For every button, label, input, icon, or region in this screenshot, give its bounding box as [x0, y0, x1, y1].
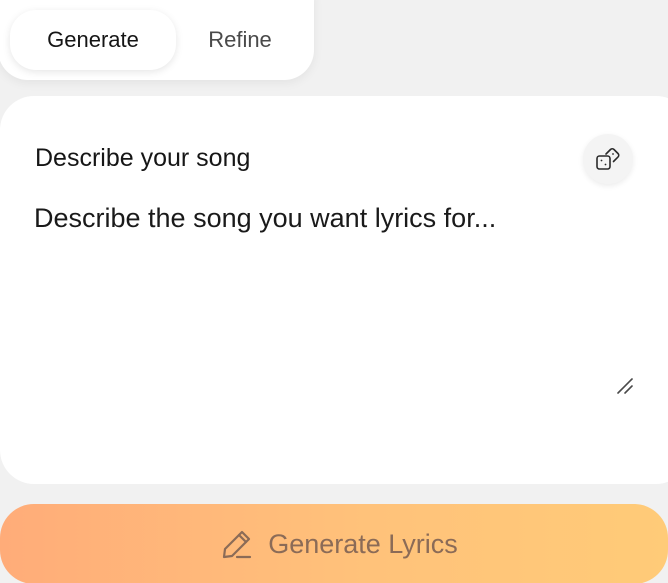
song-description-input[interactable]	[34, 203, 624, 383]
card-title: Describe your song	[35, 144, 251, 172]
random-prompt-button[interactable]	[583, 134, 633, 184]
tab-generate[interactable]: Generate	[10, 10, 176, 70]
generate-button-content: Generate Lyrics	[220, 527, 458, 561]
pencil-icon	[223, 530, 252, 559]
tab-refine[interactable]: Refine	[178, 10, 302, 70]
mode-tabs: Generate Refine	[0, 0, 314, 80]
resize-handle-icon[interactable]	[615, 376, 635, 396]
generate-lyrics-button[interactable]: Generate Lyrics	[0, 504, 668, 583]
lyrics-generator-page: Generate Refine Describe your song Descr…	[0, 0, 668, 583]
song-description-card: Describe your song	[0, 96, 668, 484]
generate-button-label: Generate Lyrics	[268, 528, 458, 559]
dice-icon	[596, 148, 620, 170]
